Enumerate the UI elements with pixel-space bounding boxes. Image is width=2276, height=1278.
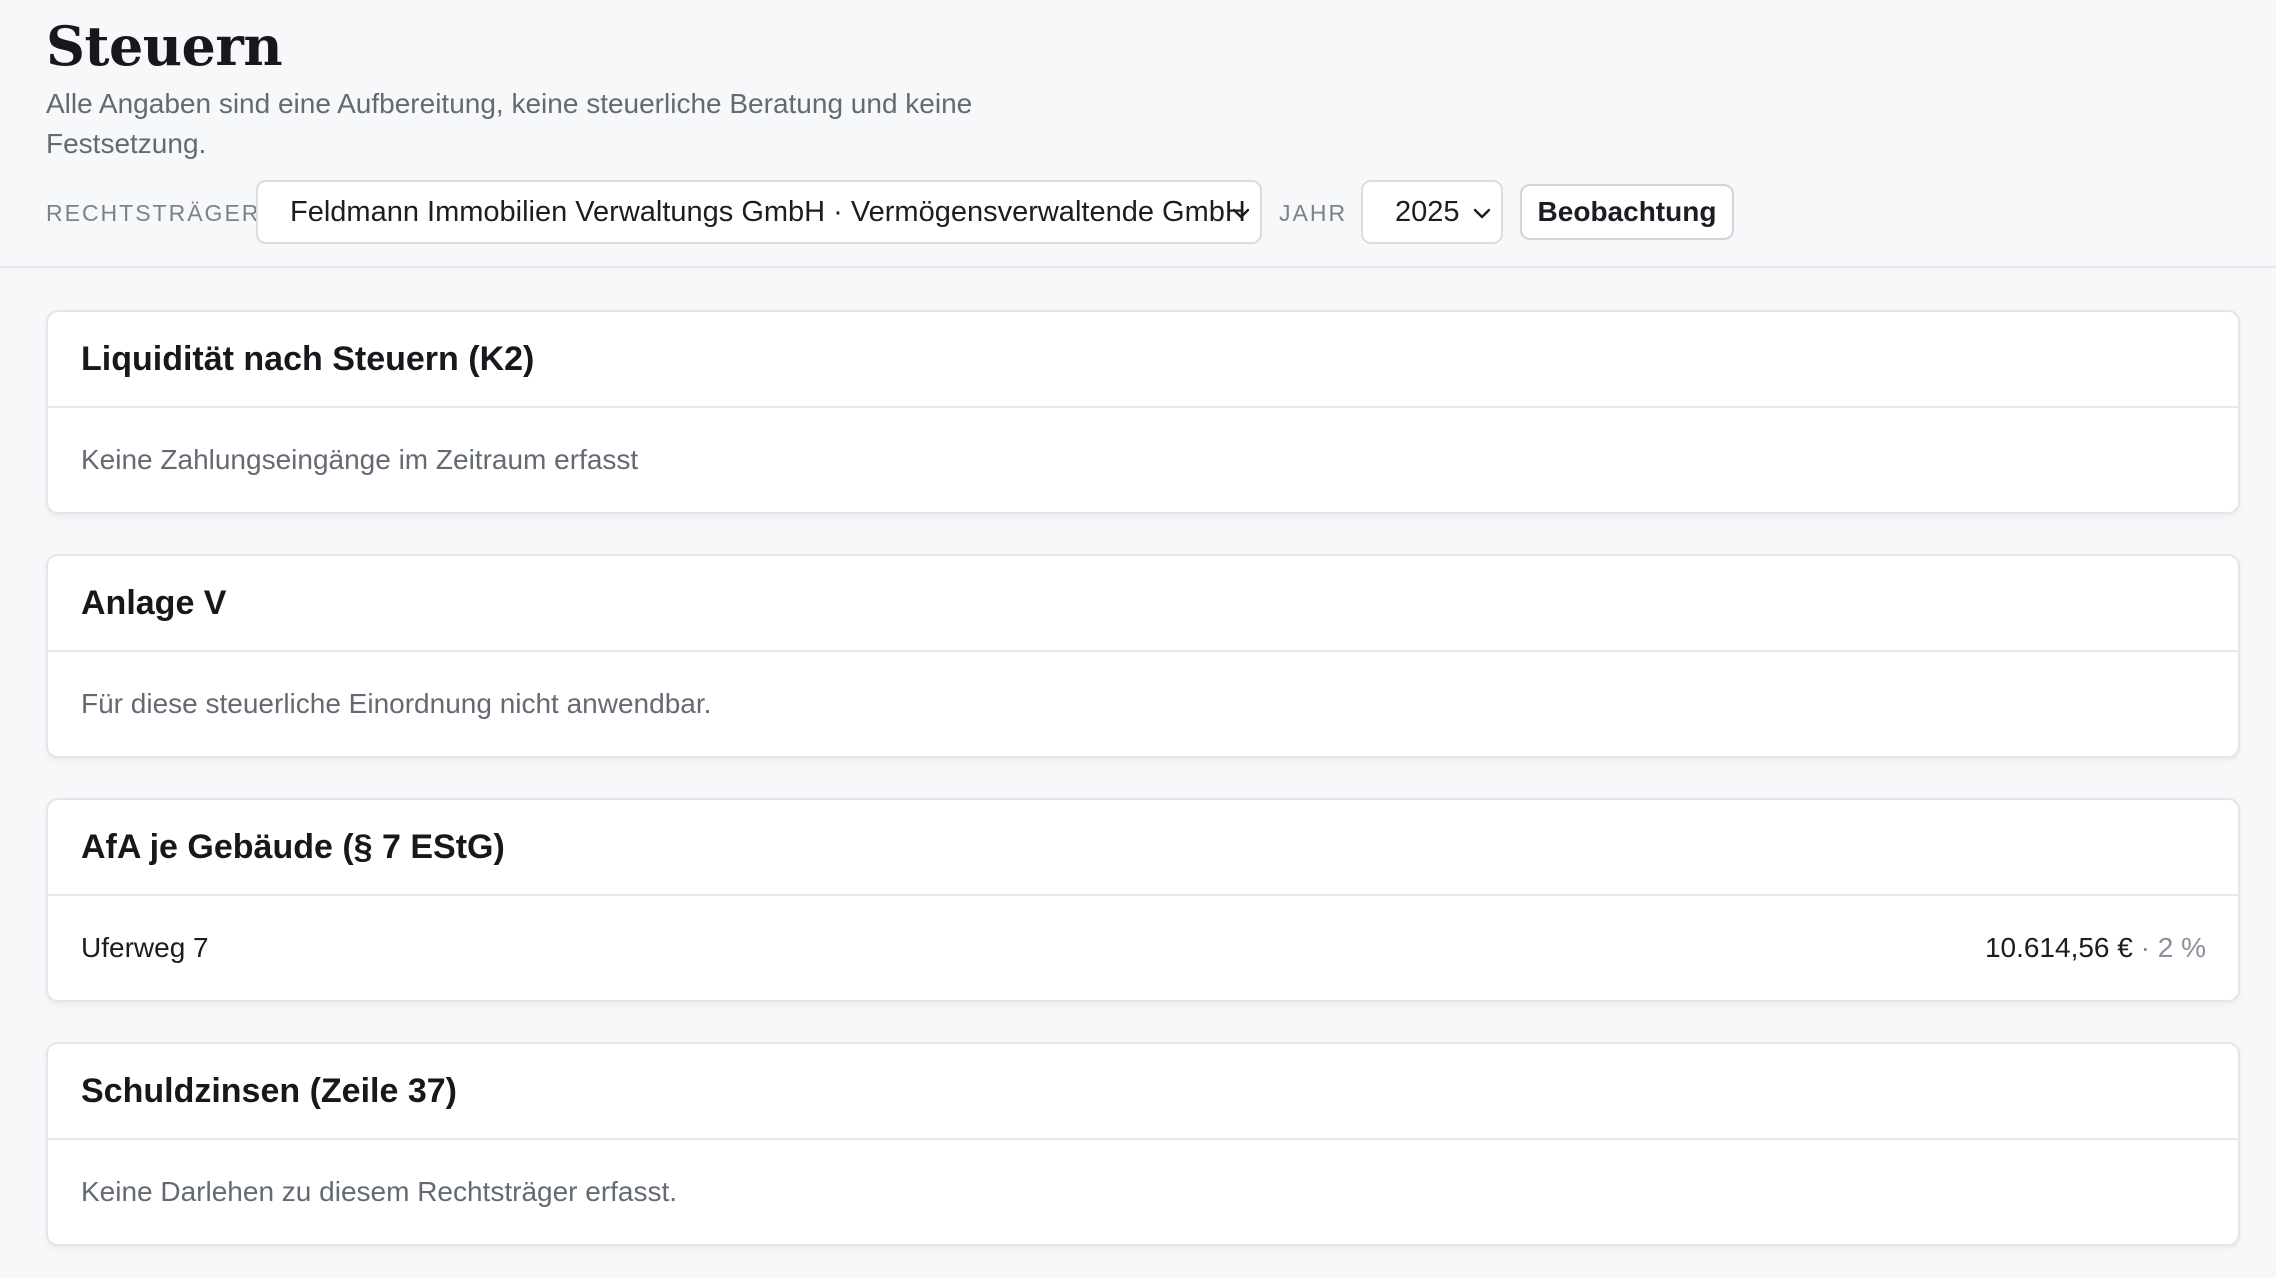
liquidity-card: Liquidität nach Steuern (K2) Keine Zahlu… [46,310,2240,514]
entity-select-value: Feldmann Immobilien Verwaltungs GmbH · V… [290,195,1246,228]
observe-button[interactable]: Beobachtung [1520,184,1734,240]
value-separator: · [2132,932,2158,963]
entity-filter-label: Rechtsträger [46,200,261,226]
afa-card: AfA je Gebäude (§ 7 EStG) Uferweg 7 10.6… [46,798,2240,1002]
year-select-value: 2025 [1395,195,1460,228]
afa-value-group: 10.614,56 € · 2 % [1985,932,2206,964]
card-header: Schuldzinsen (Zeile 37) [48,1044,2238,1140]
liquidity-card-title: Liquidität nach Steuern (K2) [81,339,535,378]
afa-card-title: AfA je Gebäude (§ 7 EStG) [81,827,505,866]
interest-empty-message: Keine Darlehen zu diesem Rechtsträger er… [81,1176,678,1207]
entity-select[interactable]: Feldmann Immobilien Verwaltungs GmbH · V… [256,180,1262,244]
card-header: Liquidität nach Steuern (K2) [48,312,2238,408]
chevron-down-icon [1232,208,1250,219]
anlage-v-card-title: Anlage V [81,583,227,622]
interest-card: Schuldzinsen (Zeile 37) Keine Darlehen z… [46,1042,2240,1246]
year-filter-label: Jahr [1279,200,1348,226]
year-select[interactable]: 2025 [1361,180,1503,244]
anlage-v-message: Für diese steuerliche Einordnung nicht a… [81,688,712,719]
chevron-down-icon [1473,208,1491,219]
card-header: AfA je Gebäude (§ 7 EStG) [48,800,2238,896]
afa-amount: 10.614,56 € [1984,932,2133,963]
page-header: Steuern Alle Angaben sind eine Aufbereit… [0,0,2276,268]
building-name: Uferweg 7 [81,932,209,963]
afa-rate: 2 % [2157,932,2206,963]
interest-card-title: Schuldzinsen (Zeile 37) [81,1071,457,1110]
afa-card-body: Uferweg 7 10.614,56 € · 2 % [48,896,2238,1000]
afa-building-row: Uferweg 7 10.614,56 € · 2 % [81,932,2206,964]
card-header: Anlage V [48,556,2238,652]
page-title: Steuern [46,14,283,78]
page-subtitle: Alle Angaben sind eine Aufbereitung, kei… [46,88,973,159]
anlage-v-card: Anlage V Für diese steuerliche Einordnun… [46,554,2240,758]
liquidity-empty-message: Keine Zahlungseingänge im Zeitraum erfas… [81,444,639,475]
